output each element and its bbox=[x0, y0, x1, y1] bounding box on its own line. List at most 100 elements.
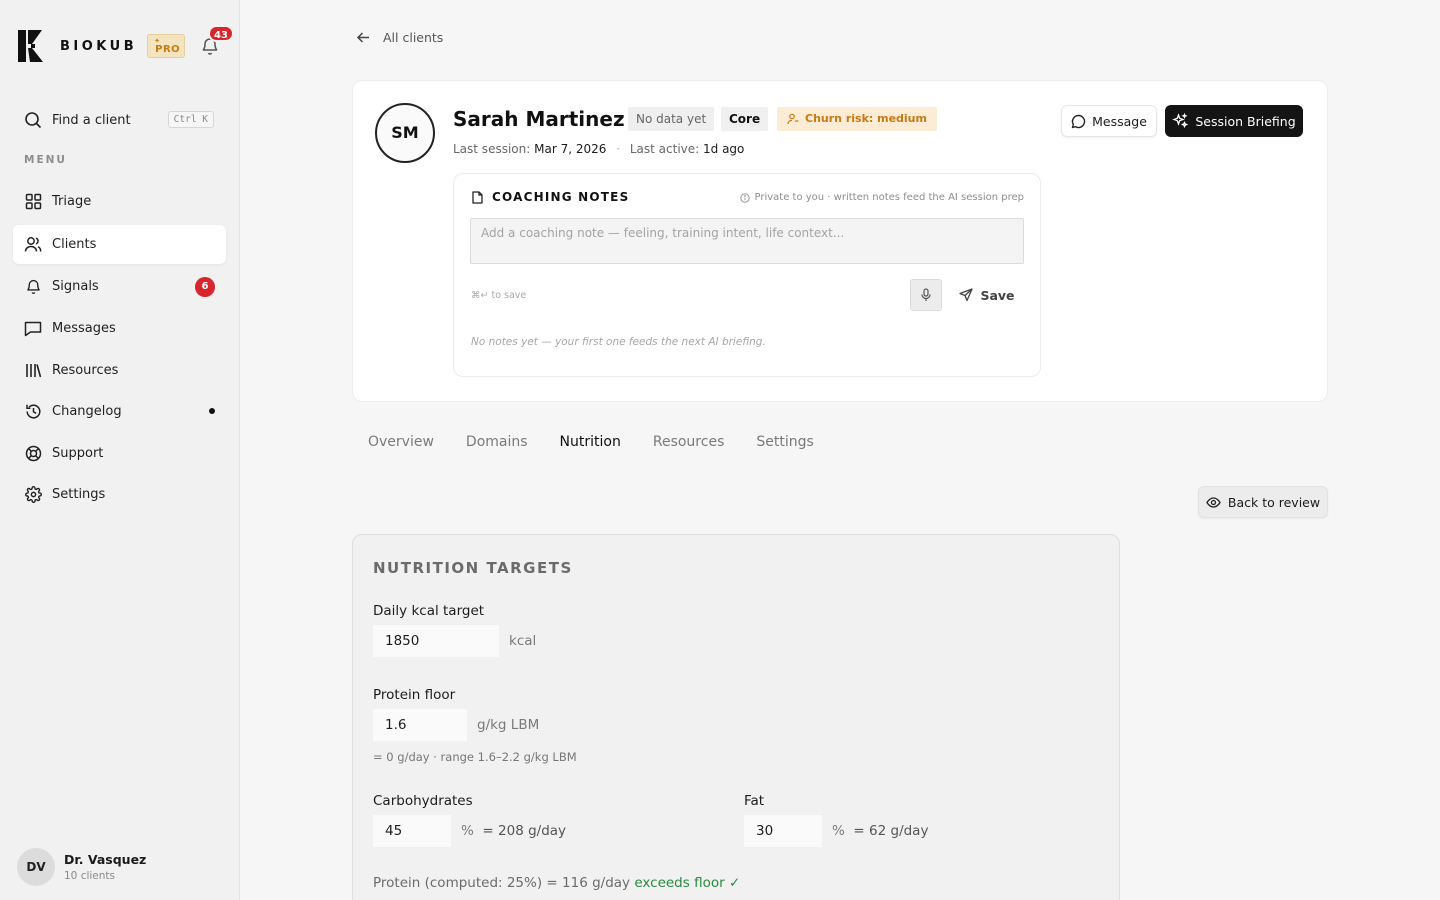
last-active-label: Last active: bbox=[629, 142, 700, 156]
main-content: All clients SM Sarah Martinez No data ye… bbox=[240, 0, 1440, 900]
client-meta: Last session: Mar 7, 2026 · Last active:… bbox=[453, 142, 744, 156]
user-name: Dr. Vasquez bbox=[64, 852, 147, 867]
tab-overview[interactable]: Overview bbox=[368, 434, 434, 450]
carbohydrates-grams: = 208 g/day bbox=[482, 823, 567, 839]
sidebar-item-triage[interactable]: Triage bbox=[13, 182, 226, 221]
all-clients-label: All clients bbox=[383, 30, 444, 45]
user-info: Dr. Vasquez 10 clients bbox=[64, 852, 146, 882]
notes-empty-state: No notes yet — your first one feeds the … bbox=[471, 336, 766, 348]
find-client-label: Find a client bbox=[52, 112, 131, 128]
protein-computed-text: Protein (computed: 25%) = 116 g/day bbox=[373, 875, 631, 891]
protein-floor-unit: g/kg LBM bbox=[477, 717, 540, 733]
coaching-notes-header: COACHING NOTES bbox=[471, 190, 629, 204]
menu-section-label: MENU bbox=[24, 154, 67, 166]
nutrition-targets-card: NUTRITION TARGETS Daily kcal target kcal… bbox=[352, 534, 1120, 900]
brand[interactable]: BIOKUB ✦ PRO bbox=[18, 30, 186, 62]
notifications-count-badge: 43 bbox=[208, 25, 234, 42]
sidebar-item-support[interactable]: Support bbox=[13, 434, 226, 473]
sidebar-item-label: Settings bbox=[52, 487, 106, 502]
fat-grams: = 62 g/day bbox=[853, 823, 929, 839]
microphone-icon bbox=[921, 288, 931, 301]
sidebar-item-settings[interactable]: Settings bbox=[13, 475, 226, 514]
sidebar-item-label: Support bbox=[52, 446, 104, 461]
file-icon bbox=[472, 190, 483, 204]
voice-note-button[interactable] bbox=[910, 279, 942, 311]
signals-count-badge: 6 bbox=[195, 277, 215, 297]
gear-icon bbox=[24, 486, 42, 504]
client-avatar: SM bbox=[375, 103, 435, 163]
carbohydrates-label: Carbohydrates bbox=[373, 793, 473, 809]
all-clients-link[interactable]: All clients bbox=[356, 30, 443, 45]
private-note: Private to you · written notes feed the … bbox=[740, 192, 1024, 203]
coaching-note-input[interactable] bbox=[470, 218, 1024, 264]
fat-percent: % bbox=[832, 823, 845, 839]
tab-settings[interactable]: Settings bbox=[756, 434, 813, 450]
last-active-value: 1d ago bbox=[703, 142, 745, 156]
client-header-card: SM Sarah Martinez No data yet Core Churn… bbox=[352, 80, 1328, 402]
sidebar-item-label: Messages bbox=[52, 321, 116, 336]
protein-floor-label: Protein floor bbox=[373, 687, 456, 703]
grid-icon bbox=[24, 193, 42, 211]
message-square-icon bbox=[24, 320, 42, 338]
tab-nutrition[interactable]: Nutrition bbox=[560, 434, 621, 450]
sidebar-item-label: Resources bbox=[52, 363, 119, 378]
nutrition-targets-title: NUTRITION TARGETS bbox=[373, 559, 573, 577]
history-icon bbox=[24, 403, 42, 421]
changelog-unread-dot bbox=[209, 408, 215, 414]
library-icon bbox=[24, 362, 42, 380]
sidebar-item-signals[interactable]: Signals 6 bbox=[13, 267, 226, 306]
pro-badge-label: PRO bbox=[155, 44, 181, 55]
meta-separator: · bbox=[616, 142, 621, 156]
back-to-review-button[interactable]: Back to review bbox=[1198, 486, 1328, 518]
user-alert-icon bbox=[787, 113, 799, 125]
carbohydrates-input[interactable] bbox=[373, 815, 451, 847]
save-note-button[interactable]: Save bbox=[950, 279, 1024, 311]
kcal-target-input[interactable] bbox=[373, 625, 499, 657]
life-buoy-icon bbox=[24, 445, 42, 463]
current-user[interactable]: DV Dr. Vasquez 10 clients bbox=[17, 848, 146, 886]
private-note-text: Private to you · written notes feed the … bbox=[754, 192, 1024, 203]
bell-icon bbox=[24, 278, 42, 296]
tab-resources[interactable]: Resources bbox=[653, 434, 725, 450]
sidebar: BIOKUB ✦ PRO 43 Find a client Ctrl K MEN… bbox=[0, 0, 240, 900]
biokub-logo-icon bbox=[18, 30, 43, 62]
last-session-label: Last session: bbox=[453, 142, 531, 156]
eye-icon bbox=[1206, 496, 1221, 508]
protein-floor-note: = 0 g/day · range 1.6–2.2 g/kg LBM bbox=[373, 750, 577, 764]
message-circle-icon bbox=[1071, 114, 1086, 128]
sidebar-item-label: Signals bbox=[52, 279, 99, 294]
info-icon bbox=[740, 192, 751, 203]
back-to-review-label: Back to review bbox=[1227, 494, 1321, 510]
sidebar-item-clients[interactable]: Clients bbox=[13, 225, 226, 264]
sidebar-item-resources[interactable]: Resources bbox=[13, 351, 226, 390]
kcal-target-label: Daily kcal target bbox=[373, 603, 485, 619]
churn-risk-label: Churn risk: medium bbox=[805, 112, 927, 125]
users-icon bbox=[24, 236, 42, 254]
sparkles-icon bbox=[1172, 113, 1189, 129]
avatar: DV bbox=[17, 848, 55, 886]
sidebar-item-messages[interactable]: Messages bbox=[13, 309, 226, 348]
carbohydrates-unit: % = 208 g/day bbox=[461, 823, 566, 839]
client-tabs: Overview Domains Nutrition Resources Set… bbox=[368, 434, 846, 450]
user-client-count: 10 clients bbox=[64, 870, 116, 882]
tab-domains[interactable]: Domains bbox=[466, 434, 528, 450]
protein-floor-input[interactable] bbox=[373, 709, 467, 741]
send-icon bbox=[959, 288, 974, 302]
shortcut-hint: Ctrl K bbox=[167, 111, 214, 128]
fat-input[interactable] bbox=[744, 815, 822, 847]
session-briefing-button[interactable]: Session Briefing bbox=[1165, 105, 1303, 137]
pro-badge: ✦ PRO bbox=[147, 34, 186, 58]
save-note-label: Save bbox=[980, 287, 1015, 303]
sidebar-item-label: Clients bbox=[52, 237, 97, 252]
protein-floor-status: exceeds floor ✓ bbox=[634, 875, 741, 891]
sidebar-item-changelog[interactable]: Changelog bbox=[13, 392, 226, 431]
fat-label: Fat bbox=[744, 793, 765, 809]
arrow-left-icon bbox=[356, 32, 369, 43]
client-name: Sarah Martinez bbox=[453, 107, 625, 131]
carbohydrates-percent: % bbox=[461, 823, 474, 839]
protein-computed: Protein (computed: 25%) = 116 g/day exce… bbox=[373, 875, 740, 891]
message-button[interactable]: Message bbox=[1061, 105, 1157, 137]
message-button-label: Message bbox=[1092, 113, 1147, 129]
kcal-unit: kcal bbox=[509, 633, 537, 649]
find-client-button[interactable]: Find a client Ctrl K bbox=[14, 101, 226, 139]
